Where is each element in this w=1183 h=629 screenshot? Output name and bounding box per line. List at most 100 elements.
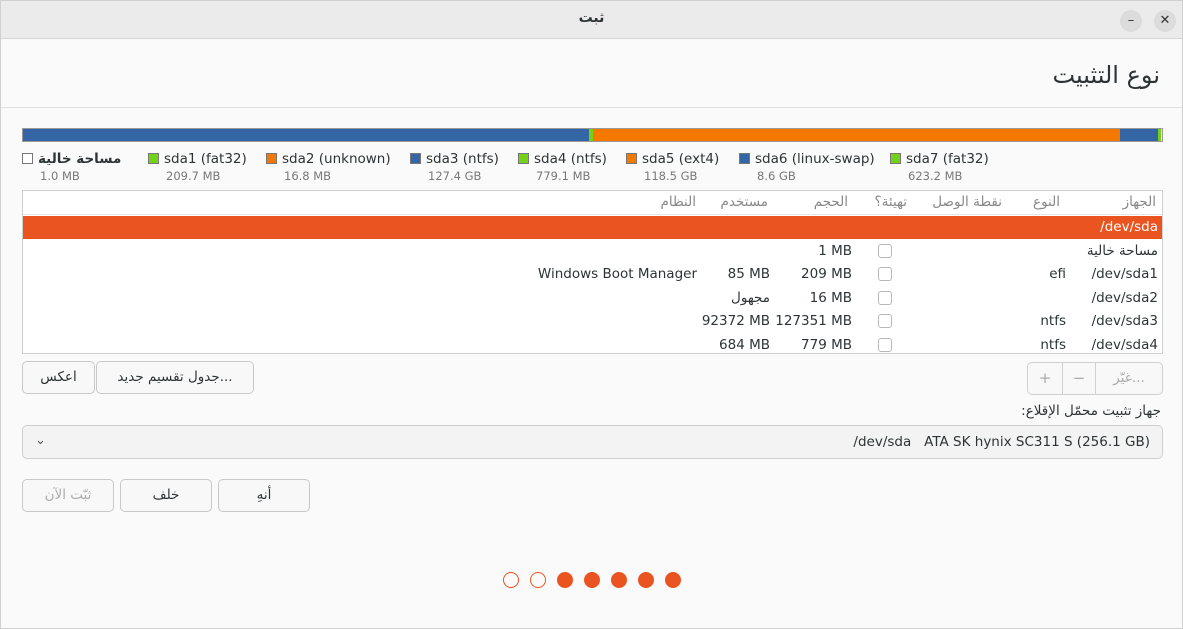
cell-device: /dev/sda3 xyxy=(1091,313,1158,329)
partition-table[interactable]: الجهاز النوع نقطة الوصل تهيئة؟ الحجم مست… xyxy=(22,190,1163,354)
cell-system: Windows Boot Manager xyxy=(537,266,697,282)
remove-partition-button[interactable]: − xyxy=(1063,363,1096,394)
progress-dot xyxy=(503,572,519,588)
title-bar: ثبت – ✕ xyxy=(1,1,1182,39)
table-row[interactable]: /dev/sda1 efi 209 MB 85 MB Windows Boot Mana… xyxy=(23,263,1162,286)
boot-loader-value: /dev/sda ATA SK hynix SC311 S (256.1 GB) xyxy=(853,434,1150,450)
cell-used: 684 MB xyxy=(719,336,770,353)
legend-swatch xyxy=(626,153,637,164)
table-header: الجهاز النوع نقطة الوصل تهيئة؟ الحجم مست… xyxy=(23,191,1162,215)
legend-name: sda5 (ext4) xyxy=(642,151,720,167)
legend-name: sda1 (fat32) xyxy=(164,151,247,167)
cell-size: 209 MB xyxy=(801,266,852,282)
progress-dot xyxy=(584,572,600,588)
progress-dot xyxy=(530,572,546,588)
legend-name: sda4 (ntfs) xyxy=(534,151,607,167)
cell-size: 1 MB xyxy=(818,242,852,259)
progress-dot xyxy=(665,572,681,588)
table-row[interactable]: /dev/sda2 16 MB مجهول xyxy=(23,287,1162,310)
legend-swatch xyxy=(518,153,529,164)
quit-button[interactable]: أنهِ xyxy=(218,479,310,512)
partition-edit-group: + − غيّر... xyxy=(1027,362,1163,395)
add-partition-button[interactable]: + xyxy=(1028,363,1063,394)
table-row[interactable]: /dev/sda3 ntfs 127351 MB 92372 MB xyxy=(23,310,1162,333)
legend-swatch xyxy=(890,153,901,164)
window-title: ثبت xyxy=(578,10,605,26)
table-row[interactable]: مساحة خالية 1 MB xyxy=(23,240,1162,263)
legend-name: sda7 (fat32) xyxy=(906,151,989,167)
legend-item: sda5 (ext4) 118.5 GB xyxy=(626,151,719,183)
legend-size: 127.4 GB xyxy=(428,169,482,183)
header-format[interactable]: تهيئة؟ xyxy=(874,194,907,210)
table-row[interactable]: /dev/sda4 ntfs 779 MB 684 MB xyxy=(23,334,1162,354)
cell-type: ntfs xyxy=(1040,336,1066,353)
minimize-icon: – xyxy=(1127,13,1135,28)
partition-segment-sda5 xyxy=(592,129,1120,141)
cell-used: 85 MB xyxy=(727,266,770,282)
header-divider xyxy=(1,107,1182,108)
progress-dot xyxy=(611,572,627,588)
header-used[interactable]: مستخدم xyxy=(720,194,768,210)
legend-name: مساحة خالية xyxy=(38,151,122,167)
progress-dot xyxy=(638,572,654,588)
minimize-button[interactable]: – xyxy=(1120,10,1142,32)
format-checkbox[interactable] xyxy=(878,337,892,352)
header-device[interactable]: الجهاز xyxy=(1123,194,1156,210)
legend-item: sda1 (fat32) 209.7 MB xyxy=(148,151,247,183)
legend-name: sda3 (ntfs) xyxy=(426,151,499,167)
change-partition-button[interactable]: غيّر... xyxy=(1096,363,1162,394)
format-checkbox[interactable] xyxy=(878,314,892,328)
legend-item: sda6 (linux-swap) 8.6 GB xyxy=(739,151,875,183)
legend-item: sda2 (unknown) 16.8 MB xyxy=(266,151,391,183)
partition-segment-sda3 xyxy=(23,129,590,141)
install-now-button[interactable]: ثبّت الآن xyxy=(22,479,114,512)
cell-size: 16 MB xyxy=(809,289,852,306)
legend-swatch xyxy=(266,153,277,164)
legend-swatch xyxy=(22,153,33,164)
boot-loader-label: جهاز تثبيت محمّل الإقلاع: xyxy=(1021,403,1161,419)
close-button[interactable]: ✕ xyxy=(1154,10,1176,32)
header-system[interactable]: النظام xyxy=(661,194,696,210)
legend-name: sda2 (unknown) xyxy=(282,151,391,167)
cell-type: efi xyxy=(1049,266,1066,282)
legend-item: sda3 (ntfs) 127.4 GB xyxy=(410,151,499,183)
installer-window: ثبت – ✕ نوع التثبيت مساحة خالية 1.0 MB sda… xyxy=(0,0,1183,629)
table-row[interactable]: /dev/sda xyxy=(23,216,1162,239)
cell-device: /dev/sda2 xyxy=(1091,289,1158,306)
close-icon: ✕ xyxy=(1159,13,1171,28)
partition-bar xyxy=(22,128,1163,142)
cell-used: 92372 MB xyxy=(701,313,770,329)
legend-item: مساحة خالية 1.0 MB xyxy=(22,151,121,183)
legend-item: sda7 (fat32) 623.2 MB xyxy=(890,151,989,183)
progress-dot xyxy=(557,572,573,588)
cell-device: /dev/sda4 xyxy=(1091,336,1158,353)
header-mount[interactable]: نقطة الوصل xyxy=(932,194,1002,210)
page-title: نوع التثبيت xyxy=(1052,61,1160,89)
legend-swatch xyxy=(148,153,159,164)
legend-item: sda4 (ntfs) 779.1 MB xyxy=(518,151,607,183)
chevron-down-icon: ⌄ xyxy=(35,433,46,448)
format-checkbox[interactable] xyxy=(878,290,892,305)
legend-size: 623.2 MB xyxy=(908,169,963,183)
boot-loader-select[interactable]: /dev/sda ATA SK hynix SC311 S (256.1 GB)… xyxy=(22,425,1163,459)
header-size[interactable]: الحجم xyxy=(814,194,848,210)
partition-segment-sda6 xyxy=(1119,129,1158,141)
legend-size: 16.8 MB xyxy=(284,169,332,183)
cell-used: مجهول xyxy=(731,289,770,306)
format-checkbox[interactable] xyxy=(878,267,892,281)
legend-swatch xyxy=(739,153,750,164)
back-button[interactable]: خلف xyxy=(120,479,212,512)
format-checkbox[interactable] xyxy=(878,243,892,258)
revert-button[interactable]: اعكس xyxy=(22,361,95,394)
cell-device: /dev/sda xyxy=(1100,219,1158,235)
header-type[interactable]: النوع xyxy=(1033,194,1060,210)
cell-device: /dev/sda1 xyxy=(1091,266,1158,282)
cell-device: مساحة خالية xyxy=(1086,242,1158,259)
legend-name: sda6 (linux-swap) xyxy=(755,151,875,167)
cell-size: 779 MB xyxy=(801,336,852,353)
cell-size: 127351 MB xyxy=(775,313,852,329)
legend-size: 779.1 MB xyxy=(536,169,591,183)
partition-segment-sda7 xyxy=(1157,129,1161,141)
cell-type: ntfs xyxy=(1040,313,1066,329)
new-partition-table-button[interactable]: جدول تقسيم جديد... xyxy=(96,361,254,394)
